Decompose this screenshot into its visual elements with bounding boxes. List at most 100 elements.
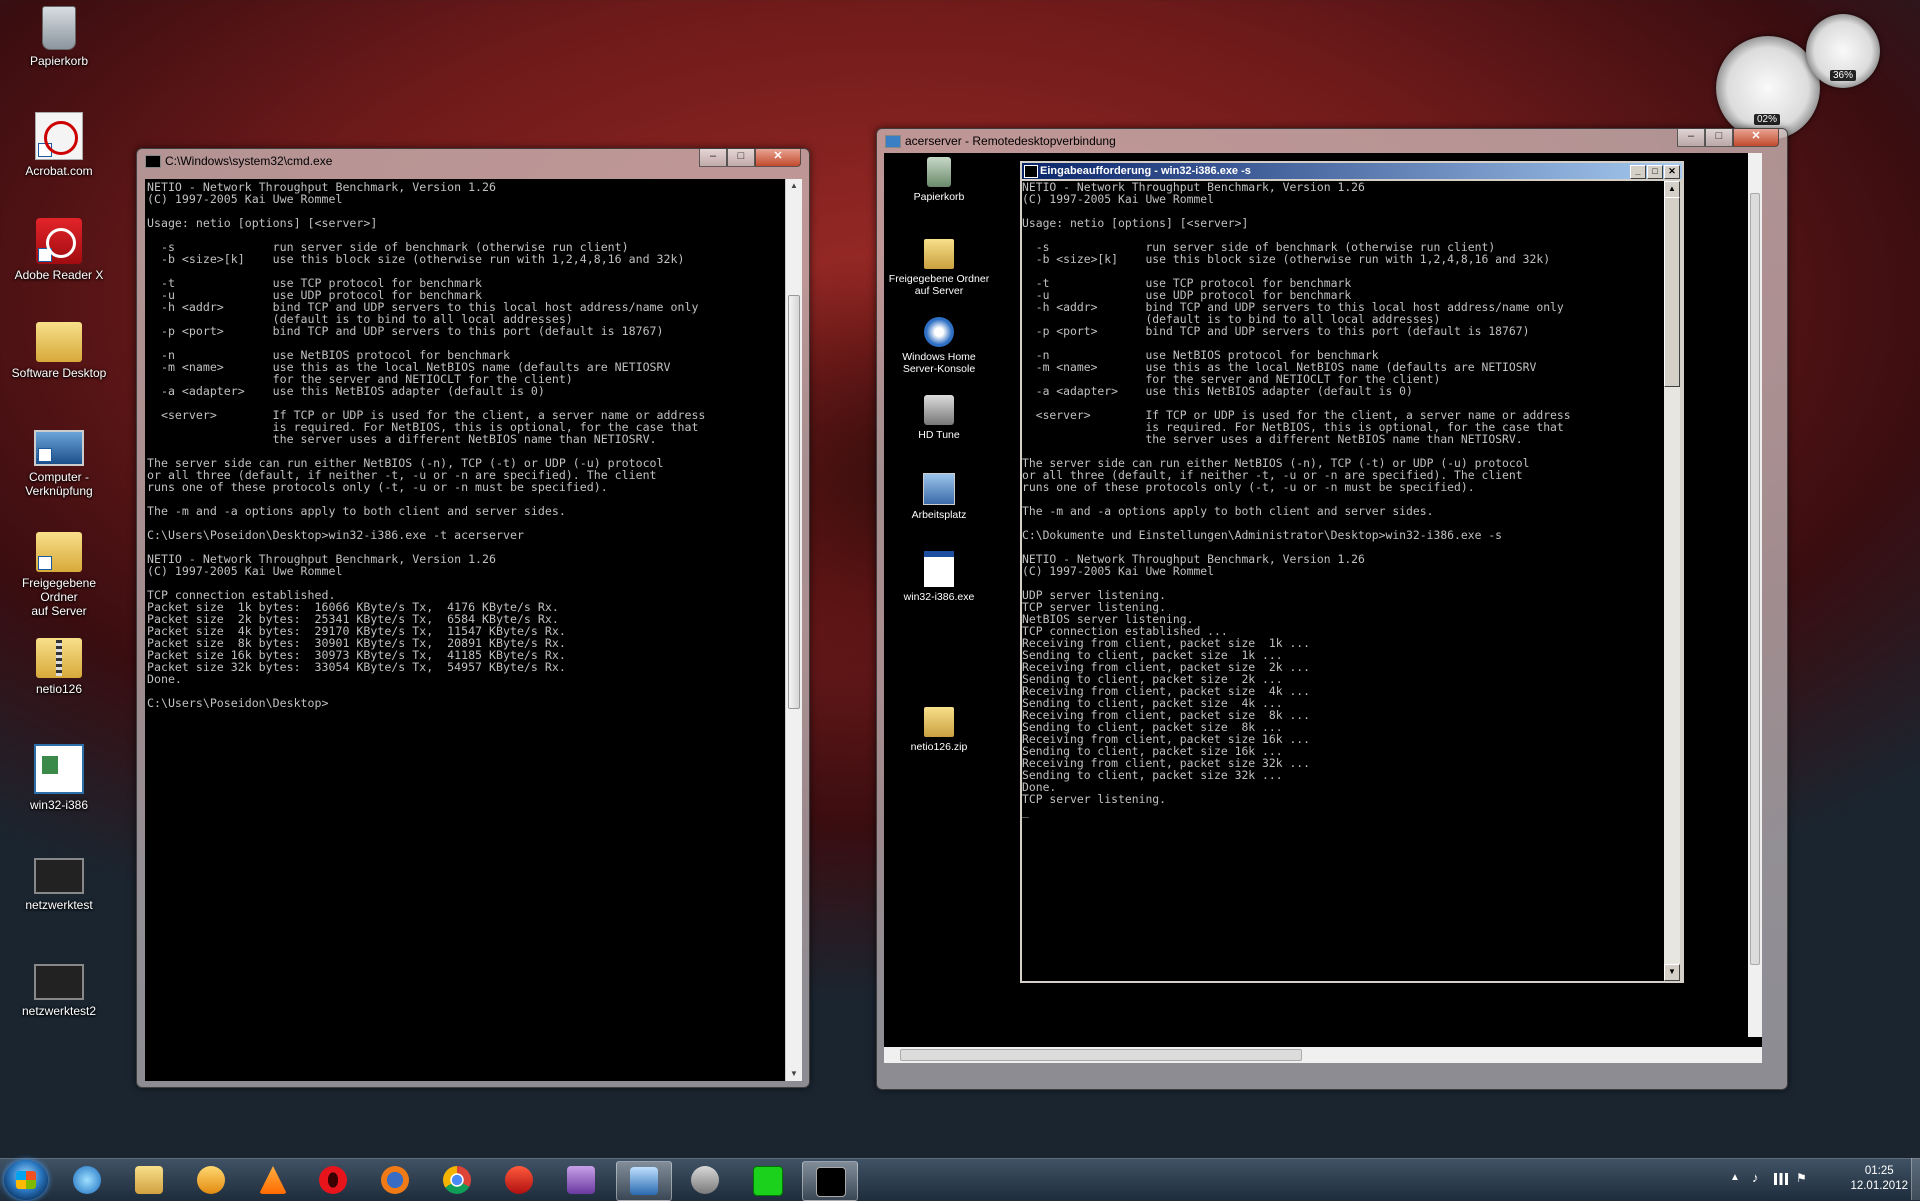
volume-icon[interactable]: ♪ xyxy=(1752,1170,1759,1185)
taskbar-remote-desktop[interactable] xyxy=(616,1161,672,1201)
scroll-up-arrow-icon[interactable]: ▲ xyxy=(1664,181,1680,198)
network-icon[interactable] xyxy=(1774,1173,1788,1185)
taskbar-chrome[interactable] xyxy=(430,1161,484,1199)
desktop-icon-computer[interactable]: Computer - Verknüpfung xyxy=(4,430,114,498)
vertical-scrollbar[interactable]: ▲ ▼ xyxy=(1664,181,1680,981)
remote-vertical-scrollbar[interactable] xyxy=(1748,153,1762,1037)
remote-desktop-area[interactable]: Papierkorb Freigegebene Ordner auf Serve… xyxy=(884,153,1762,1063)
scroll-down-arrow-icon[interactable]: ▼ xyxy=(1664,964,1680,981)
folder-icon xyxy=(135,1166,163,1194)
cpu-meter-gadget[interactable]: 02% xyxy=(1716,36,1820,140)
remote-icon-win32-i386[interactable]: win32-i386.exe xyxy=(884,551,994,603)
remote-icon-netio126-zip[interactable]: netio126.zip xyxy=(884,707,994,753)
remote-icon-label: HD Tune xyxy=(918,429,960,441)
scroll-thumb[interactable] xyxy=(900,1049,1302,1061)
desktop-icon-label: Adobe Reader X xyxy=(14,268,104,282)
cmd-window[interactable]: C:\Windows\system32\cmd.exe – □ ✕ NETIO … xyxy=(136,148,810,1088)
vertical-scrollbar[interactable]: ▲ ▼ xyxy=(785,179,802,1081)
acrobat-icon xyxy=(35,112,83,160)
adobe-reader-icon xyxy=(36,218,82,264)
scroll-thumb[interactable] xyxy=(1664,197,1680,387)
filezilla-icon xyxy=(505,1166,533,1194)
desktop-icon-netzwerktest[interactable]: netzwerktest xyxy=(4,858,114,912)
caption-buttons: _ □ ✕ xyxy=(1630,165,1680,179)
scroll-thumb[interactable] xyxy=(788,295,800,709)
taskbar-firefox[interactable] xyxy=(368,1161,422,1199)
shared-folder-icon xyxy=(36,532,82,572)
system-tray: ▲ ♪ ⚑ 01:25 12.01.2012 xyxy=(1700,1159,1920,1201)
desktop-icon-netio126[interactable]: netio126 xyxy=(4,638,114,696)
minimize-button[interactable]: – xyxy=(1677,129,1705,147)
desktop-icon-software-desktop[interactable]: Software Desktop xyxy=(4,322,114,380)
action-center-flag-icon[interactable]: ⚑ xyxy=(1796,1171,1807,1185)
maximize-button[interactable]: □ xyxy=(1705,129,1733,147)
remote-cmd-window[interactable]: Eingabeaufforderung - win32-i386.exe -s … xyxy=(1020,161,1684,983)
clock-time: 01:25 xyxy=(1864,1165,1894,1177)
image-file-icon xyxy=(34,964,84,1000)
scroll-up-arrow-icon[interactable]: ▲ xyxy=(786,179,802,193)
remote-desktop-window[interactable]: acerserver - Remotedesktopverbindung – □… xyxy=(876,128,1788,1090)
console-output[interactable]: NETIO - Network Throughput Benchmark, Ve… xyxy=(1022,181,1664,981)
show-desktop-button[interactable] xyxy=(1911,1158,1920,1200)
desktop-icon-label: netzwerktest xyxy=(25,898,93,912)
desktop-icon-label: Acrobat.com xyxy=(25,164,93,178)
remote-icon-recycle-bin[interactable]: Papierkorb xyxy=(884,157,994,203)
computer-icon xyxy=(34,430,84,466)
window-title-bar[interactable]: acerserver - Remotedesktopverbindung xyxy=(885,133,1116,149)
show-hidden-icons-icon[interactable]: ▲ xyxy=(1730,1172,1740,1183)
minimize-button[interactable]: – xyxy=(699,149,727,167)
taskbar-cmd[interactable] xyxy=(802,1161,858,1201)
window-title: C:\Windows\system32\cmd.exe xyxy=(165,154,333,168)
hard-disk-icon xyxy=(924,395,954,425)
close-button[interactable]: ✕ xyxy=(1733,129,1779,147)
close-button[interactable]: ✕ xyxy=(755,149,801,167)
clock[interactable]: 01:25 12.01.2012 xyxy=(1850,1164,1908,1194)
caption-buttons: – □ ✕ xyxy=(699,149,801,167)
console-output[interactable]: NETIO - Network Throughput Benchmark, Ve… xyxy=(145,179,787,1081)
remote-icon-hd-tune[interactable]: HD Tune xyxy=(884,395,994,441)
desktop-icon-acrobat[interactable]: Acrobat.com xyxy=(4,112,114,178)
cmd-icon xyxy=(1024,165,1038,178)
desktop-icon-recycle-bin[interactable]: Papierkorb xyxy=(4,6,114,68)
desktop-icon-label: win32-i386 xyxy=(29,798,89,812)
taskbar-internet-explorer[interactable] xyxy=(60,1161,114,1199)
firefox-icon xyxy=(381,1166,409,1194)
remote-icon-whs-console[interactable]: Windows Home Server-Konsole xyxy=(884,317,994,375)
shortcut-arrow-icon xyxy=(38,143,52,157)
memory-meter-gadget[interactable]: 36% xyxy=(1806,14,1880,88)
taskbar-opera[interactable] xyxy=(306,1161,360,1199)
desktop-icon-netzwerktest2[interactable]: netzwerktest2 xyxy=(4,964,114,1018)
remote-horizontal-scrollbar[interactable] xyxy=(884,1047,1762,1063)
remote-icon-my-computer[interactable]: Arbeitsplatz xyxy=(884,473,994,521)
desktop-icon-win32-i386[interactable]: win32-i386 xyxy=(4,744,114,812)
folder-icon xyxy=(36,322,82,362)
taskbar-media-player[interactable] xyxy=(184,1161,238,1199)
shortcut-arrow-icon xyxy=(38,248,52,262)
image-file-icon xyxy=(34,858,84,894)
maximize-button[interactable]: □ xyxy=(727,149,755,167)
close-button[interactable]: ✕ xyxy=(1664,165,1680,179)
remote-icon-label: Freigegebene Ordner auf Server xyxy=(888,273,990,297)
taskbar-filezilla[interactable] xyxy=(492,1161,546,1199)
recycle-bin-icon xyxy=(927,157,951,187)
taskbar-app-11[interactable] xyxy=(678,1161,732,1199)
desktop-icon-shared-folders[interactable]: Freigegebene Ordner auf Server xyxy=(4,532,114,618)
application-icon xyxy=(34,744,84,794)
caption-buttons: – □ ✕ xyxy=(1677,129,1779,147)
remote-icon-label: Papierkorb xyxy=(913,191,965,203)
window-title-bar[interactable]: C:\Windows\system32\cmd.exe xyxy=(145,153,332,169)
window-title-bar[interactable]: Eingabeaufforderung - win32-i386.exe -s … xyxy=(1022,163,1682,179)
taskbar-explorer[interactable] xyxy=(122,1161,176,1199)
desktop-icon-adobe-reader[interactable]: Adobe Reader X xyxy=(4,218,114,282)
taskbar-app-12[interactable] xyxy=(740,1161,794,1199)
cmd-icon xyxy=(816,1167,846,1197)
start-button[interactable] xyxy=(4,1160,48,1200)
taskbar-app-9[interactable] xyxy=(554,1161,608,1199)
scroll-thumb[interactable] xyxy=(1750,193,1760,965)
network-tool-icon xyxy=(691,1166,719,1194)
taskbar-vlc[interactable] xyxy=(246,1161,300,1199)
scroll-down-arrow-icon[interactable]: ▼ xyxy=(786,1067,802,1081)
remote-icon-shared-folders[interactable]: Freigegebene Ordner auf Server xyxy=(884,239,994,297)
maximize-button[interactable]: □ xyxy=(1647,165,1663,179)
minimize-button[interactable]: _ xyxy=(1630,165,1646,179)
